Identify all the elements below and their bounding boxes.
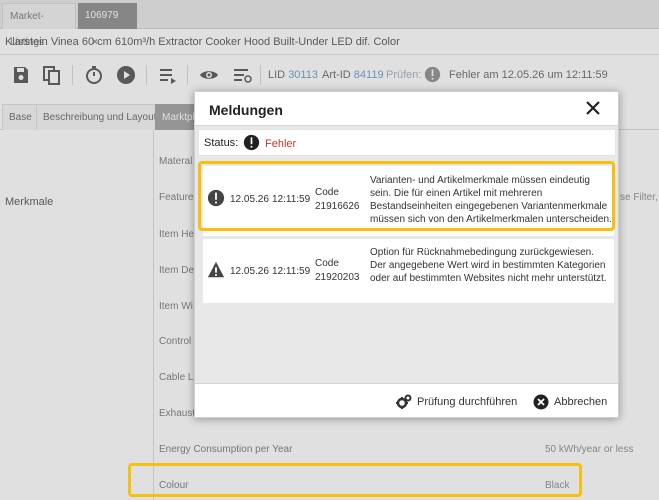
code-label: Code	[315, 258, 339, 269]
message-text: Varianten- und Artikelmerkmale müssen ei…	[370, 175, 612, 225]
error-circle-icon	[207, 189, 225, 207]
status-value: Fehler	[265, 138, 297, 150]
cancel-button[interactable]: Abbrechen	[533, 392, 615, 412]
message-date: 12.05.26	[230, 194, 269, 205]
cancel-circle-icon	[533, 394, 549, 410]
code-value: 21916626	[315, 201, 360, 212]
message-row[interactable]: 12.05.26 12:11:59 Code 21916626 Varianten…	[203, 166, 614, 236]
gears-icon	[396, 394, 412, 409]
dialog-body: Status: Fehler 12.05.26 12:11:59 Code 219…	[195, 125, 618, 384]
message-code: Code 21920203	[315, 257, 360, 285]
code-value: 21920203	[315, 272, 360, 283]
run-check-button[interactable]: Prüfung durchführen	[396, 392, 518, 412]
warning-triangle-icon	[207, 261, 225, 278]
cancel-label: Abbrechen	[554, 396, 608, 408]
dialog-title: Meldungen	[209, 102, 283, 118]
message-row[interactable]: 12.05.26 12:11:59 Code 21920203 Option fü…	[203, 239, 614, 303]
dialog-header: Meldungen	[195, 92, 618, 125]
message-time: 12:11:59	[272, 194, 311, 205]
status-label: Status:	[204, 137, 239, 149]
run-check-label: Prüfung durchführen	[417, 396, 518, 408]
error-circle-icon	[243, 134, 260, 151]
status-row: Status: Fehler	[198, 129, 616, 156]
code-label: Code	[315, 187, 339, 198]
dialog-footer: Prüfung durchführen Abbrechen	[195, 385, 618, 418]
messages-dialog: Meldungen Status: Fehler 12.05.26 12:11:…	[194, 91, 619, 418]
close-icon[interactable]	[584, 99, 602, 117]
message-time: 12:11:59	[272, 266, 311, 277]
message-date: 12.05.26	[230, 266, 269, 277]
message-code: Code 21916626	[315, 186, 360, 214]
message-text: Option für Rücknahmebedingung zurückgewi…	[370, 247, 607, 284]
